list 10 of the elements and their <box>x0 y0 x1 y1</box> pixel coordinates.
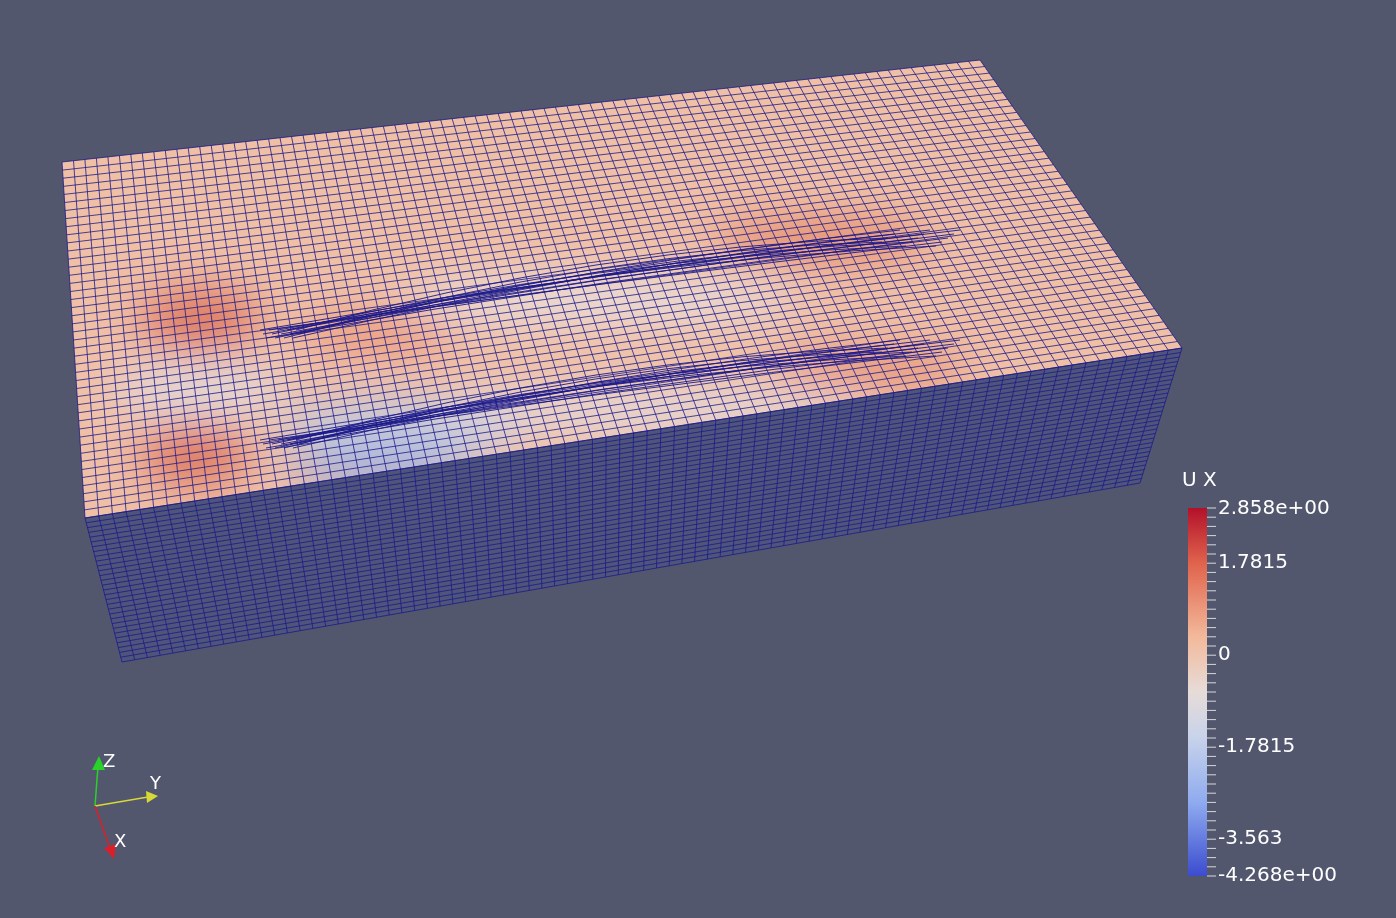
legend-tick-label: -4.268e+00 <box>1218 864 1337 884</box>
legend-tick-label: 2.858e+00 <box>1218 497 1330 517</box>
axis-label: Y <box>150 774 161 792</box>
legend-tick-label: -1.7815 <box>1218 735 1296 755</box>
legend-tick-label: 1.7815 <box>1218 551 1288 571</box>
legend-title: U X <box>1182 469 1217 489</box>
axis-label: X <box>114 832 127 850</box>
legend-tick-label: -3.563 <box>1218 827 1283 847</box>
legend-tick-label: 0 <box>1218 643 1231 663</box>
axis-label: Z <box>103 752 116 770</box>
